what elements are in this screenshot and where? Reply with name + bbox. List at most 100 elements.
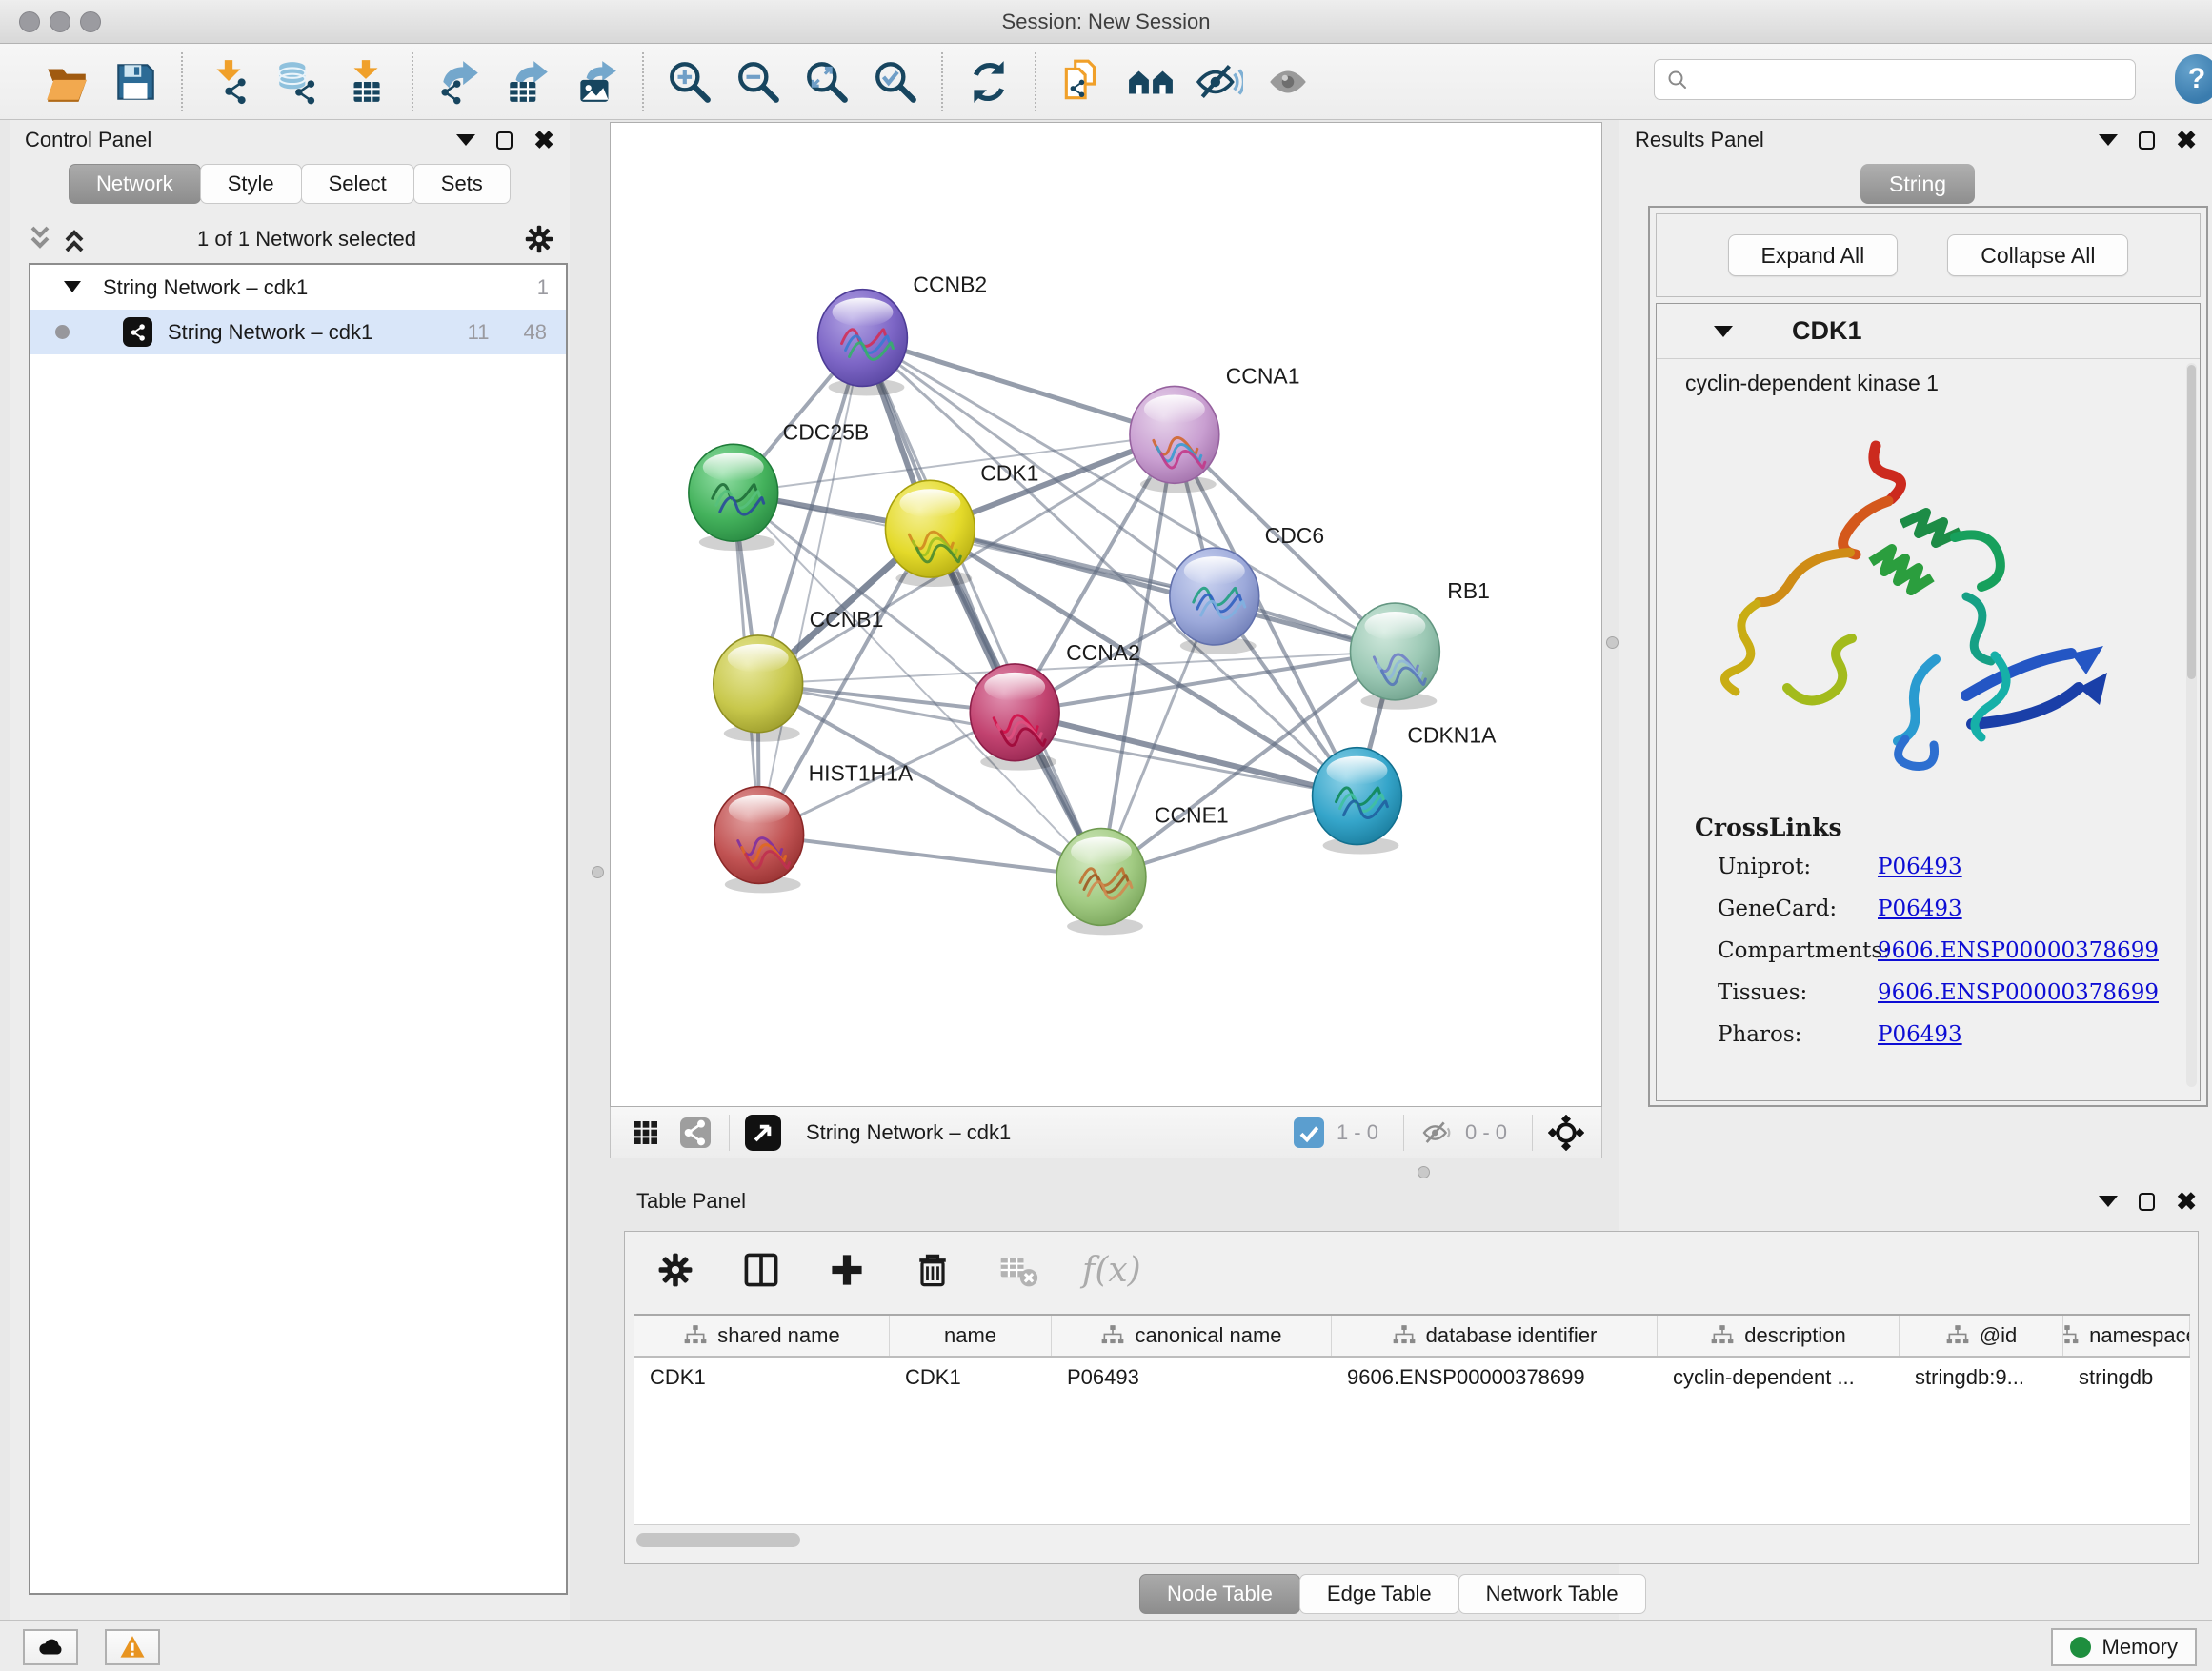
birds-eye-toggle-icon[interactable] [1548,1115,1584,1151]
float-panel-icon[interactable] [2139,131,2155,150]
save-session-button[interactable] [108,54,163,110]
compartments-link[interactable]: 9606.ENSP00000378699 [1878,938,2178,963]
node-CCNE1[interactable] [1056,829,1146,936]
bottom-splitter-handle[interactable] [1418,1166,1430,1178]
import-database-button[interactable] [270,54,325,110]
tab-network[interactable]: Network [69,164,201,204]
table-cell[interactable]: CDK1 [634,1358,890,1399]
export-table-button[interactable] [500,54,555,110]
warnings-button[interactable] [105,1629,160,1665]
zoom-selected-button[interactable] [868,54,923,110]
memory-button[interactable]: Memory [2051,1628,2197,1666]
right-splitter-handle[interactable] [1606,636,1619,649]
zoom-out-button[interactable] [731,54,786,110]
tab-select[interactable]: Select [301,164,414,204]
tab-node-table[interactable]: Node Table [1139,1574,1300,1614]
column-header--id[interactable]: @id [1900,1316,2063,1356]
expand-all-button[interactable]: Expand All [1728,234,1899,276]
close-panel-icon[interactable]: ✖ [2176,1192,2197,1211]
node-RB1[interactable] [1351,603,1440,710]
refresh-view-button[interactable] [961,54,1016,110]
gene-header[interactable]: CDK1 [1657,304,2200,359]
float-panel-icon[interactable] [2139,1193,2155,1211]
column-header-canonical-name[interactable]: canonical name [1052,1316,1332,1356]
results-scrollbar[interactable] [2186,363,2197,1087]
left-splitter-handle[interactable] [592,866,604,878]
float-panel-icon[interactable] [496,131,513,150]
node-CDC25B[interactable] [689,444,778,551]
table-cell[interactable]: stringdb [2063,1358,2190,1399]
zoom-in-button[interactable] [662,54,717,110]
node-CCNB1[interactable] [714,635,803,742]
window-minimize-button[interactable] [50,11,70,32]
window-zoom-button[interactable] [80,11,101,32]
panel-menu-icon[interactable] [2099,1196,2118,1207]
node-HIST1H1A[interactable] [714,787,804,894]
hidden-eye-icon[interactable] [1419,1115,1456,1151]
string-view-icon[interactable] [677,1115,714,1151]
table-options-icon[interactable] [654,1248,697,1292]
open-session-button[interactable] [39,54,94,110]
tissues-link[interactable]: 9606.ENSP00000378699 [1878,980,2178,1005]
cloud-button[interactable] [23,1629,78,1665]
clone-network-button[interactable] [1055,54,1110,110]
zoom-fit-button[interactable] [799,54,855,110]
delete-column-icon[interactable] [911,1248,955,1292]
node-CCNA1[interactable] [1130,386,1219,493]
table-cell[interactable]: P06493 [1052,1358,1332,1399]
show-glass-button[interactable] [1260,54,1316,110]
column-header-shared-name[interactable]: shared name [634,1316,890,1356]
results-actions: Expand All Collapse All [1656,213,2201,297]
tab-sets[interactable]: Sets [413,164,511,204]
import-table-file-button[interactable] [338,54,393,110]
close-panel-icon[interactable]: ✖ [2176,131,2197,150]
selected-checkbox-icon[interactable] [1291,1115,1327,1151]
grid-view-icon[interactable] [628,1115,664,1151]
table-cell[interactable]: cyclin-dependent ... [1658,1358,1900,1399]
show-columns-icon[interactable] [739,1248,783,1292]
table-cell[interactable]: stringdb:9... [1900,1358,2063,1399]
node-CDKN1A[interactable] [1313,748,1402,855]
export-image-button[interactable] [569,54,624,110]
table-cell[interactable]: 9606.ENSP00000378699 [1332,1358,1658,1399]
tab-string[interactable]: String [1860,164,1975,204]
help-button[interactable]: ? [2175,54,2212,104]
network-row[interactable]: String Network – cdk1 11 48 [30,310,566,354]
close-panel-icon[interactable]: ✖ [533,131,554,150]
table-hscrollbar-thumb[interactable] [636,1533,800,1547]
node-CCNB2[interactable] [818,290,908,396]
detach-view-icon[interactable] [745,1115,781,1151]
column-header-description[interactable]: description [1658,1316,1900,1356]
network-canvas[interactable]: CCNB2CCNA1CDC25BCDK1CDC6RB1CCNB1CCNA2CDK… [610,122,1602,1107]
import-network-file-button[interactable] [201,54,256,110]
tab-style[interactable]: Style [200,164,302,204]
add-column-icon[interactable] [825,1248,869,1292]
collapse-all-icon[interactable] [23,222,57,256]
window-close-button[interactable] [19,11,40,32]
string-home-button[interactable] [1123,54,1178,110]
node-CDK1[interactable] [885,480,975,587]
tab-edge-table[interactable]: Edge Table [1299,1574,1459,1614]
network-graph[interactable]: CCNB2CCNA1CDC25BCDK1CDC6RB1CCNB1CCNA2CDK… [611,123,1601,1106]
gene-caret-icon[interactable] [1714,326,1733,337]
gear-icon[interactable] [522,222,556,256]
panel-menu-icon[interactable] [456,134,475,146]
table-cell[interactable]: CDK1 [890,1358,1052,1399]
search-input[interactable] [1699,68,2123,92]
search-box [1654,59,2136,100]
collapse-all-button[interactable]: Collapse All [1947,234,2128,276]
export-network-button[interactable] [432,54,487,110]
network-collection-row[interactable]: String Network – cdk1 1 [30,265,566,310]
column-header-database-identifier[interactable]: database identifier [1332,1316,1658,1356]
panel-menu-icon[interactable] [2099,134,2118,146]
pharos-link[interactable]: P06493 [1878,1022,1981,1047]
uniprot-link[interactable]: P06493 [1878,855,1981,879]
column-header-namespace[interactable]: namespace [2063,1316,2190,1356]
tab-network-table[interactable]: Network Table [1458,1574,1646,1614]
column-header-name[interactable]: name [890,1316,1052,1356]
genecard-link[interactable]: P06493 [1878,896,1981,921]
expand-all-icon[interactable] [57,222,91,256]
table-row[interactable]: CDK1CDK1P064939606.ENSP00000378699cyclin… [634,1358,2190,1399]
hide-glass-button[interactable] [1192,54,1247,110]
collection-caret-icon[interactable] [63,275,82,300]
